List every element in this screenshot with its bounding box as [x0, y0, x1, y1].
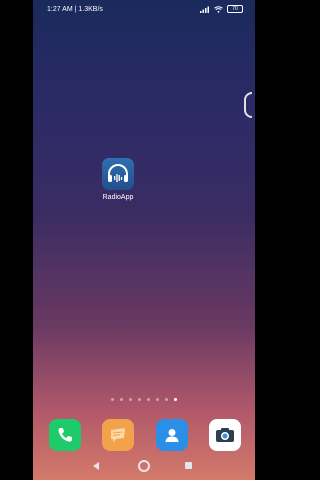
recents-button[interactable]	[185, 462, 192, 469]
page-dot	[111, 398, 114, 401]
app-radioapp[interactable]: RadioApp	[101, 158, 135, 201]
contacts-icon	[165, 429, 179, 442]
signal-icon	[200, 6, 209, 13]
headphones-icon	[102, 158, 134, 190]
page-dot	[138, 398, 141, 401]
wifi-icon	[214, 5, 223, 13]
status-time: 1:27 AM | 1.3KB/s	[47, 6, 103, 13]
status-bar: 1:27 AM | 1.3KB/s 70	[33, 0, 255, 20]
home-screen: 1:27 AM | 1.3KB/s 70 RadioApp	[33, 0, 255, 480]
page-dot	[165, 398, 168, 401]
page-dot	[156, 398, 159, 401]
app-label: RadioApp	[102, 194, 134, 201]
page-dot	[129, 398, 132, 401]
page-dot	[120, 398, 123, 401]
phone-app[interactable]	[49, 419, 81, 451]
page-dot	[147, 398, 150, 401]
edge-handle[interactable]	[244, 92, 252, 118]
camera-app[interactable]	[208, 419, 241, 451]
navigation-bar	[33, 454, 255, 480]
page-indicator	[111, 398, 177, 401]
back-button[interactable]	[93, 462, 99, 470]
camera-icon	[215, 428, 234, 442]
contacts-app[interactable]	[155, 419, 188, 451]
battery-icon: 70	[227, 5, 243, 13]
dock	[49, 419, 241, 451]
status-icons: 70	[200, 5, 243, 13]
page-dot-active	[174, 398, 177, 401]
phone-icon	[58, 428, 72, 442]
message-icon	[111, 428, 126, 442]
messages-app[interactable]	[102, 419, 135, 451]
battery-level: 70	[232, 6, 238, 12]
home-button[interactable]	[138, 460, 150, 472]
